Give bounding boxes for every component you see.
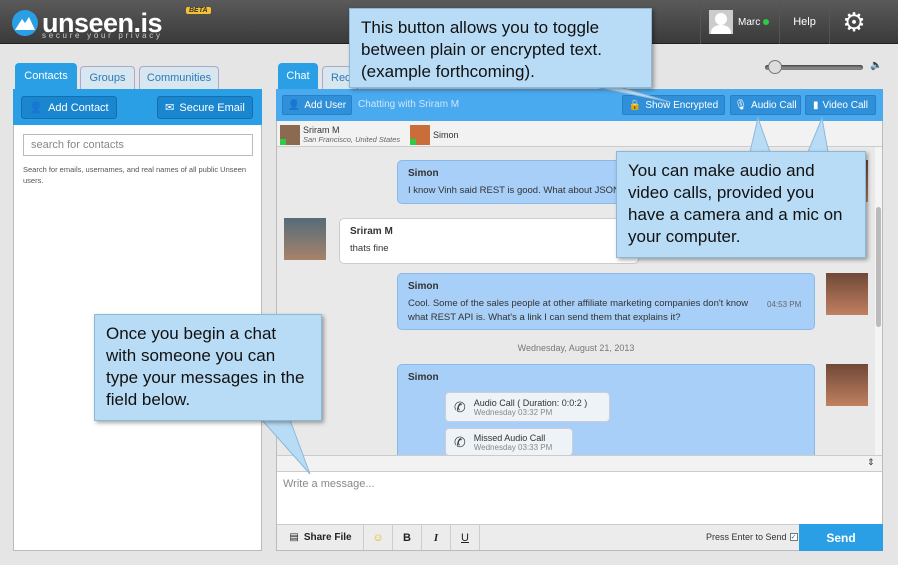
- italic-button[interactable]: I: [422, 525, 451, 550]
- call-label: Missed Audio Call: [473, 432, 546, 443]
- video-camera-icon: ▮: [813, 99, 819, 111]
- callout-chat: Once you begin a chat with someone you c…: [94, 314, 322, 421]
- call-label: Audio Call ( Duration: 0:0:2 ): [473, 397, 588, 408]
- incoming-call-icon: ✆: [454, 398, 466, 415]
- missed-call-icon: ✆: [454, 433, 466, 450]
- send-button[interactable]: Send: [799, 524, 883, 551]
- call-time: Wednesday 03:32 PM: [473, 407, 553, 417]
- speaker-icon: 🔈: [870, 60, 883, 71]
- scrollbar[interactable]: [875, 147, 882, 455]
- message-sender: Sriram M: [350, 226, 393, 237]
- avatar: [826, 273, 868, 315]
- checkbox[interactable]: ✓: [789, 533, 798, 541]
- online-status-icon: [763, 19, 770, 25]
- secure-email-button[interactable]: ✉ Secure Email: [157, 96, 253, 119]
- add-contact-button[interactable]: 👤 Add Contact: [21, 96, 117, 119]
- add-user-button[interactable]: 👤 Add User: [282, 95, 352, 115]
- press-enter-option[interactable]: Press Enter to Send ✓: [706, 532, 798, 542]
- volume-slider[interactable]: [765, 60, 863, 74]
- date-separator: Wednesday, August 21, 2013: [517, 343, 635, 353]
- call-time: Wednesday 03:33 PM: [473, 442, 553, 452]
- message-bubble: Simon Cool. Some of the sales people at …: [397, 273, 815, 330]
- participant-chip[interactable]: Sriram M San Francisco, United States: [280, 124, 404, 145]
- avatar: [826, 364, 868, 406]
- help-link[interactable]: Help: [780, 0, 830, 44]
- logo-icon: [12, 10, 38, 36]
- file-icon: ▤: [289, 532, 299, 543]
- user-name: Marc: [738, 16, 761, 28]
- press-enter-label: Press Enter to Send: [706, 532, 787, 542]
- message-text: Cool. Some of the sales people at other …: [408, 298, 749, 323]
- video-call-label: Video Call: [822, 99, 868, 111]
- expand-icon[interactable]: ⇕: [867, 457, 875, 468]
- participant-chip[interactable]: Simon: [410, 124, 466, 145]
- gear-icon[interactable]: ⚙: [830, 0, 878, 44]
- share-file-button[interactable]: ▤ Share File: [278, 525, 364, 550]
- callout-calls: You can make audio and video calls, prov…: [616, 151, 866, 258]
- call-log-item[interactable]: ✆ Audio Call ( Duration: 0:0:2 ) Wednesd…: [445, 392, 610, 422]
- message-time: 04:53 PM: [767, 300, 802, 309]
- emoji-button[interactable]: ☺: [364, 525, 393, 550]
- lock-icon: 🔒: [628, 99, 642, 111]
- participant-name: Simon: [433, 129, 459, 140]
- add-contact-label: Add Contact: [48, 101, 109, 114]
- call-log-item[interactable]: ✆ Missed Audio Call Wednesday 03:33 PM: [445, 428, 573, 456]
- message-sender: Simon: [408, 281, 439, 292]
- avatar: [709, 10, 733, 34]
- message-input[interactable]: [277, 472, 882, 522]
- microphone-icon: 🎙: [734, 99, 748, 111]
- message-bubble: Sriram M thats fine: [339, 218, 639, 264]
- tab-chat[interactable]: Chat: [278, 63, 318, 89]
- participant-location: San Francisco, United States: [303, 134, 401, 144]
- beta-badge: BETA: [186, 7, 211, 14]
- secure-email-label: Secure Email: [179, 101, 245, 114]
- participant-name: Sriram M: [303, 124, 340, 135]
- add-user-label: Add User: [304, 99, 347, 111]
- chatting-with-label: Chatting with Sriram M: [358, 99, 460, 110]
- avatar: [280, 124, 300, 145]
- avatar: [410, 124, 430, 145]
- bold-button[interactable]: B: [393, 525, 422, 550]
- message-text: thats fine: [350, 243, 389, 254]
- add-user-icon: 👤: [29, 102, 44, 114]
- search-input[interactable]: [23, 134, 253, 156]
- slider-knob[interactable]: [768, 60, 782, 74]
- tab-contacts[interactable]: Contacts: [15, 63, 77, 89]
- callout-toggle-encryption: This button allows you to toggle between…: [349, 8, 652, 88]
- tab-groups[interactable]: Groups: [80, 66, 135, 89]
- show-encrypted-button[interactable]: 🔒 Show Encrypted: [622, 95, 725, 115]
- share-file-label: Share File: [303, 532, 352, 543]
- avatar: [284, 218, 326, 260]
- user-menu[interactable]: Marc: [700, 0, 780, 44]
- envelope-icon: ✉: [165, 102, 175, 114]
- underline-button[interactable]: U: [451, 525, 480, 550]
- show-encrypted-label: Show Encrypted: [645, 99, 719, 111]
- tab-communities[interactable]: Communities: [139, 66, 219, 89]
- message-sender: Simon: [408, 372, 439, 383]
- composer-toolbar: [277, 455, 882, 472]
- logo[interactable]: unseen.is secure your privacy: [12, 4, 163, 42]
- audio-call-label: Audio Call: [751, 99, 797, 111]
- add-user-icon: 👤: [287, 99, 301, 111]
- search-hint: Search for emails, usernames, and real n…: [23, 165, 247, 185]
- scrollbar-thumb[interactable]: [876, 207, 881, 327]
- audio-call-button[interactable]: 🎙 Audio Call: [730, 95, 801, 115]
- logo-tagline: secure your privacy: [42, 31, 163, 40]
- video-call-button[interactable]: ▮ Video Call: [805, 95, 876, 115]
